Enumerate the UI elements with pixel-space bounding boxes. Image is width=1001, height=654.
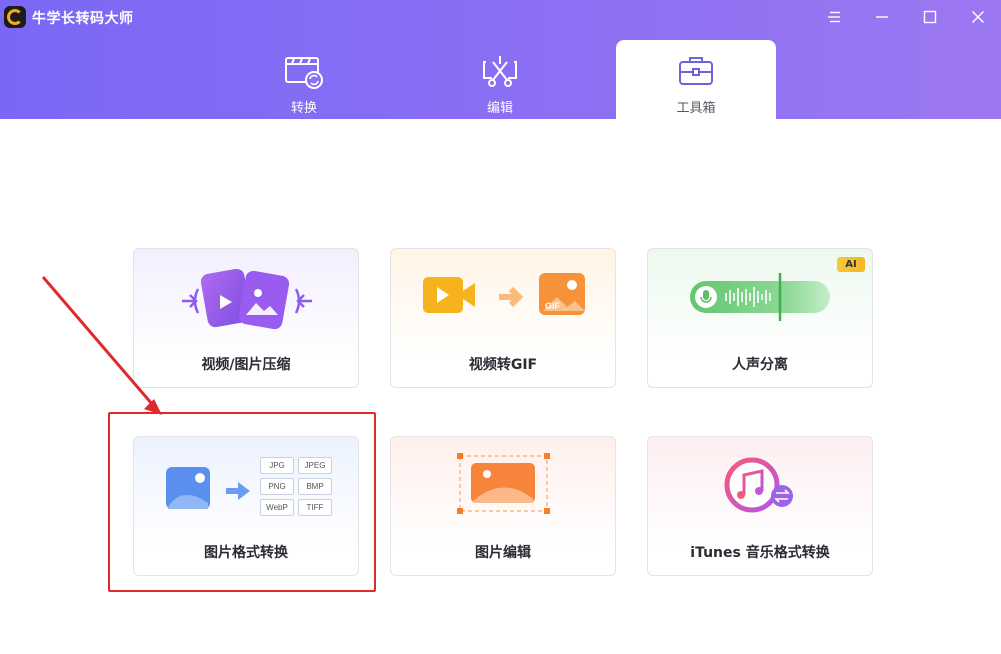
format-grid: JPG JPEG PNG BMP WebP TIFF (260, 457, 332, 516)
format-chip: TIFF (298, 499, 332, 516)
format-chip: BMP (298, 478, 332, 495)
format-chip: JPEG (298, 457, 332, 474)
close-icon[interactable] (966, 6, 990, 28)
app-title: 牛学长转码大师 (32, 11, 134, 27)
tab-label: 转换 (290, 101, 317, 116)
header: 牛学长转码大师 转换 编辑 工具箱 (0, 0, 1001, 119)
tool-card-image-edit[interactable]: 图片编辑 (390, 436, 616, 576)
video-convert-icon (285, 57, 323, 89)
tab-label: 工具箱 (676, 101, 716, 116)
compress-icon (182, 268, 312, 330)
tool-label: 人声分离 (732, 357, 788, 373)
tab-toolbox[interactable]: 工具箱 (616, 40, 776, 119)
toolbox-icon (679, 57, 713, 85)
tool-label: 图片格式转换 (204, 545, 288, 561)
tab-convert[interactable]: 转换 (224, 40, 384, 119)
tab-label: 编辑 (486, 101, 513, 116)
tool-card-itunes-convert[interactable]: iTunes 音乐格式转换 (647, 436, 873, 576)
format-chip: PNG (260, 478, 294, 495)
tool-card-video-to-gif[interactable]: GIF 视频转GIF (390, 248, 616, 388)
app-window: 牛学长转码大师 转换 编辑 工具箱 视频/图片压缩 GIF 视频转GIF AI … (0, 0, 1001, 654)
tool-label: iTunes 音乐格式转换 (690, 545, 830, 561)
tool-label: 视频转GIF (468, 357, 538, 373)
minimize-icon[interactable] (870, 6, 894, 28)
tool-label: 图片编辑 (475, 545, 531, 561)
itunes-convert-icon (724, 457, 793, 513)
image-edit-icon (457, 453, 550, 514)
svg-text:GIF: GIF (545, 301, 561, 311)
tool-card-compress[interactable]: 视频/图片压缩 (133, 248, 359, 388)
format-chip: JPG (260, 457, 294, 474)
format-chip: WebP (260, 499, 294, 516)
tool-card-image-format-convert[interactable]: JPG JPEG PNG BMP WebP TIFF 图片格式转换 (133, 436, 359, 576)
maximize-icon[interactable] (918, 6, 942, 28)
video-edit-icon (483, 56, 517, 87)
tool-card-voice-separation[interactable]: AI 人声分离 (647, 248, 873, 388)
ai-badge: AI (837, 257, 865, 272)
tab-edit[interactable]: 编辑 (420, 40, 580, 119)
tool-label: 视频/图片压缩 (201, 357, 291, 373)
video-to-gif-icon: GIF (423, 273, 585, 315)
menu-icon[interactable] (822, 6, 846, 28)
app-logo-icon (4, 6, 26, 28)
